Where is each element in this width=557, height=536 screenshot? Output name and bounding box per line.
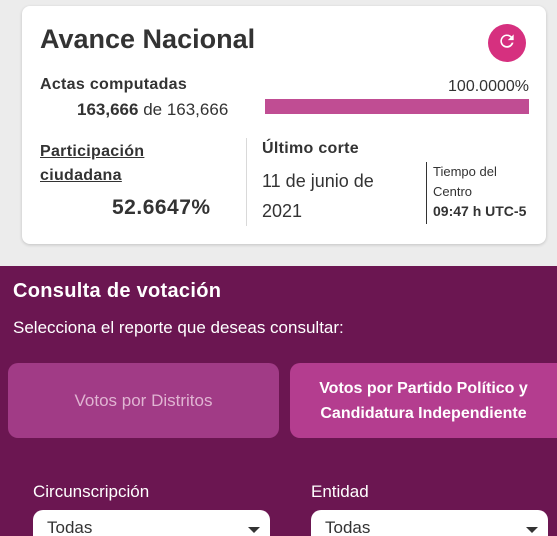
participacion-value: 52.6647% [112,196,211,219]
circunscripcion-label: Circunscripción [33,482,150,501]
timezone-info: Tiempo del Centro 09:47 h UTC-5 [426,162,526,224]
ultimo-corte-date: 11 de junio de 2021 [262,171,374,221]
consulta-title: Consulta de votación [13,280,222,302]
actas-total: de 163,666 [143,100,229,119]
entidad-label: Entidad [311,482,369,501]
consulta-panel: Consulta de votación Selecciona el repor… [0,266,557,536]
votos-partido-button[interactable]: Votos por Partido Político y Candidatura… [290,363,557,438]
participacion-link[interactable]: Participación ciudadana [40,140,180,188]
card-title: Avance Nacional [40,24,256,54]
actas-count: 163,666 de 163,666 [77,100,228,120]
divider [246,138,247,226]
chevron-down-icon [248,527,260,533]
timezone-label: Tiempo del Centro [433,164,497,199]
ultimo-corte-label: Último corte [262,140,359,157]
actas-progress-bar [265,99,529,114]
actas-progress-fill [265,99,529,114]
entidad-value: Todas [325,518,371,536]
refresh-button[interactable] [488,24,526,62]
actas-computed: 163,666 [77,100,139,119]
summary-area: Avance Nacional Actas computadas 163,666… [0,0,557,266]
avance-card: Avance Nacional Actas computadas 163,666… [22,6,546,244]
actas-label: Actas computadas [40,76,188,93]
consulta-subtitle: Selecciona el reporte que deseas consult… [13,318,344,337]
votos-distritos-button[interactable]: Votos por Distritos [8,363,279,438]
chevron-down-icon [526,527,538,533]
circunscripcion-value: Todas [47,518,93,536]
entidad-select[interactable]: Todas [311,510,548,536]
refresh-icon [497,31,517,56]
circunscripcion-select[interactable]: Todas [33,510,270,536]
timezone-time: 09:47 h UTC-5 [433,203,527,219]
actas-percent: 100.0000% [448,78,529,95]
